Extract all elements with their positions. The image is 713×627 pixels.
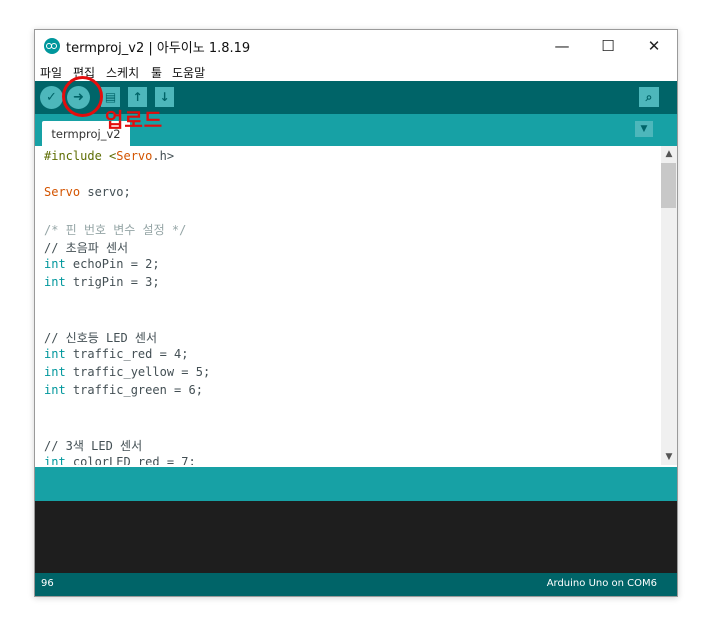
code-line: int traffic_yellow = 5; xyxy=(44,365,210,383)
code-token: int xyxy=(44,257,66,271)
menu-sketch[interactable]: 스케치 xyxy=(106,64,139,81)
code-token: traffic_red = 4; xyxy=(65,347,189,361)
code-token: int xyxy=(44,365,66,379)
triangle-down-icon: ▼ xyxy=(640,124,648,134)
line-number: 96 xyxy=(41,578,54,589)
code-token: #include < xyxy=(44,149,117,163)
tab-menu-button[interactable]: ▼ xyxy=(635,121,653,137)
code-line: // 3색 LED 센서 xyxy=(44,437,142,455)
scrollbar-thumb[interactable] xyxy=(661,163,676,208)
arrow-up-icon: ↑ xyxy=(132,90,143,104)
code-line: int traffic_red = 4; xyxy=(44,347,189,365)
scroll-down-icon[interactable]: ▼ xyxy=(661,449,677,465)
ide-window: termproj_v2 | 아두이노 1.8.19 — ☐ ✕ 파일 편집 스케… xyxy=(34,29,678,597)
code-token: int xyxy=(44,383,66,397)
menu-tools[interactable]: 툴 xyxy=(151,64,162,81)
code-token: servo; xyxy=(80,185,131,199)
code-line: int colorLED_red = 7; xyxy=(44,455,196,465)
upload-annotation: 업로드 xyxy=(105,108,164,132)
code-line: int traffic_green = 6; xyxy=(44,383,203,401)
code-token: int xyxy=(44,347,66,361)
code-token: colorLED_red = 7; xyxy=(65,455,196,465)
arrow-down-icon: ↓ xyxy=(159,90,170,104)
code-token: echoPin = 2; xyxy=(65,257,160,271)
code-line: #include <Servo.h> xyxy=(44,149,174,167)
editor-scrollbar[interactable]: ▲ ▼ xyxy=(661,146,677,465)
window-title: termproj_v2 | 아두이노 1.8.19 xyxy=(66,41,251,56)
code-line: int trigPin = 3; xyxy=(44,275,160,293)
code-line: // 신호등 LED 센서 xyxy=(44,329,157,347)
code-token: .h> xyxy=(152,149,175,163)
arduino-logo-icon xyxy=(44,38,60,54)
code-token: Servo xyxy=(44,185,81,199)
code-token: // 3색 LED 센서 xyxy=(44,439,143,453)
code-line: int echoPin = 2; xyxy=(44,257,160,275)
minimize-button[interactable]: — xyxy=(539,30,585,61)
output-console xyxy=(35,501,677,573)
menu-help[interactable]: 도움말 xyxy=(172,64,205,81)
code-token: traffic_yellow = 5; xyxy=(65,365,211,379)
check-icon: ✓ xyxy=(46,90,57,105)
verify-button[interactable]: ✓ xyxy=(40,86,63,109)
menu-bar: 파일 편집 스케치 툴 도움말 xyxy=(35,61,677,81)
code-line: /* 핀 번호 변수 설정 */ xyxy=(44,221,186,239)
code-token: Servo xyxy=(116,149,153,163)
code-token: int xyxy=(44,275,66,289)
code-token: /* 핀 번호 변수 설정 */ xyxy=(44,223,187,237)
code-token: int xyxy=(44,455,66,465)
code-token: traffic_green = 6; xyxy=(65,383,203,397)
code-line: // 초음파 센서 xyxy=(44,239,128,257)
magnifier-icon: ⌕ xyxy=(645,89,653,104)
scroll-up-icon[interactable]: ▲ xyxy=(661,146,677,162)
status-bar: 96 Arduino Uno on COM6 xyxy=(35,573,677,596)
message-bar xyxy=(35,467,677,501)
code-token: // 초음파 센서 xyxy=(44,241,129,255)
file-icon: ▤ xyxy=(104,90,117,104)
upload-highlight-circle xyxy=(62,76,103,117)
serial-monitor-button[interactable]: ⌕ xyxy=(639,87,659,107)
title-bar: termproj_v2 | 아두이노 1.8.19 — ☐ ✕ xyxy=(35,30,677,61)
menu-file[interactable]: 파일 xyxy=(40,64,62,81)
code-editor[interactable]: #include <Servo.h> Servo servo;/* 핀 번호 변수… xyxy=(35,146,661,465)
board-info: Arduino Uno on COM6 xyxy=(546,578,657,589)
code-line: Servo servo; xyxy=(44,185,131,203)
code-token: trigPin = 3; xyxy=(65,275,160,289)
code-token: // 신호등 LED 센서 xyxy=(44,331,157,345)
maximize-button[interactable]: ☐ xyxy=(585,30,631,61)
close-button[interactable]: ✕ xyxy=(631,30,677,61)
